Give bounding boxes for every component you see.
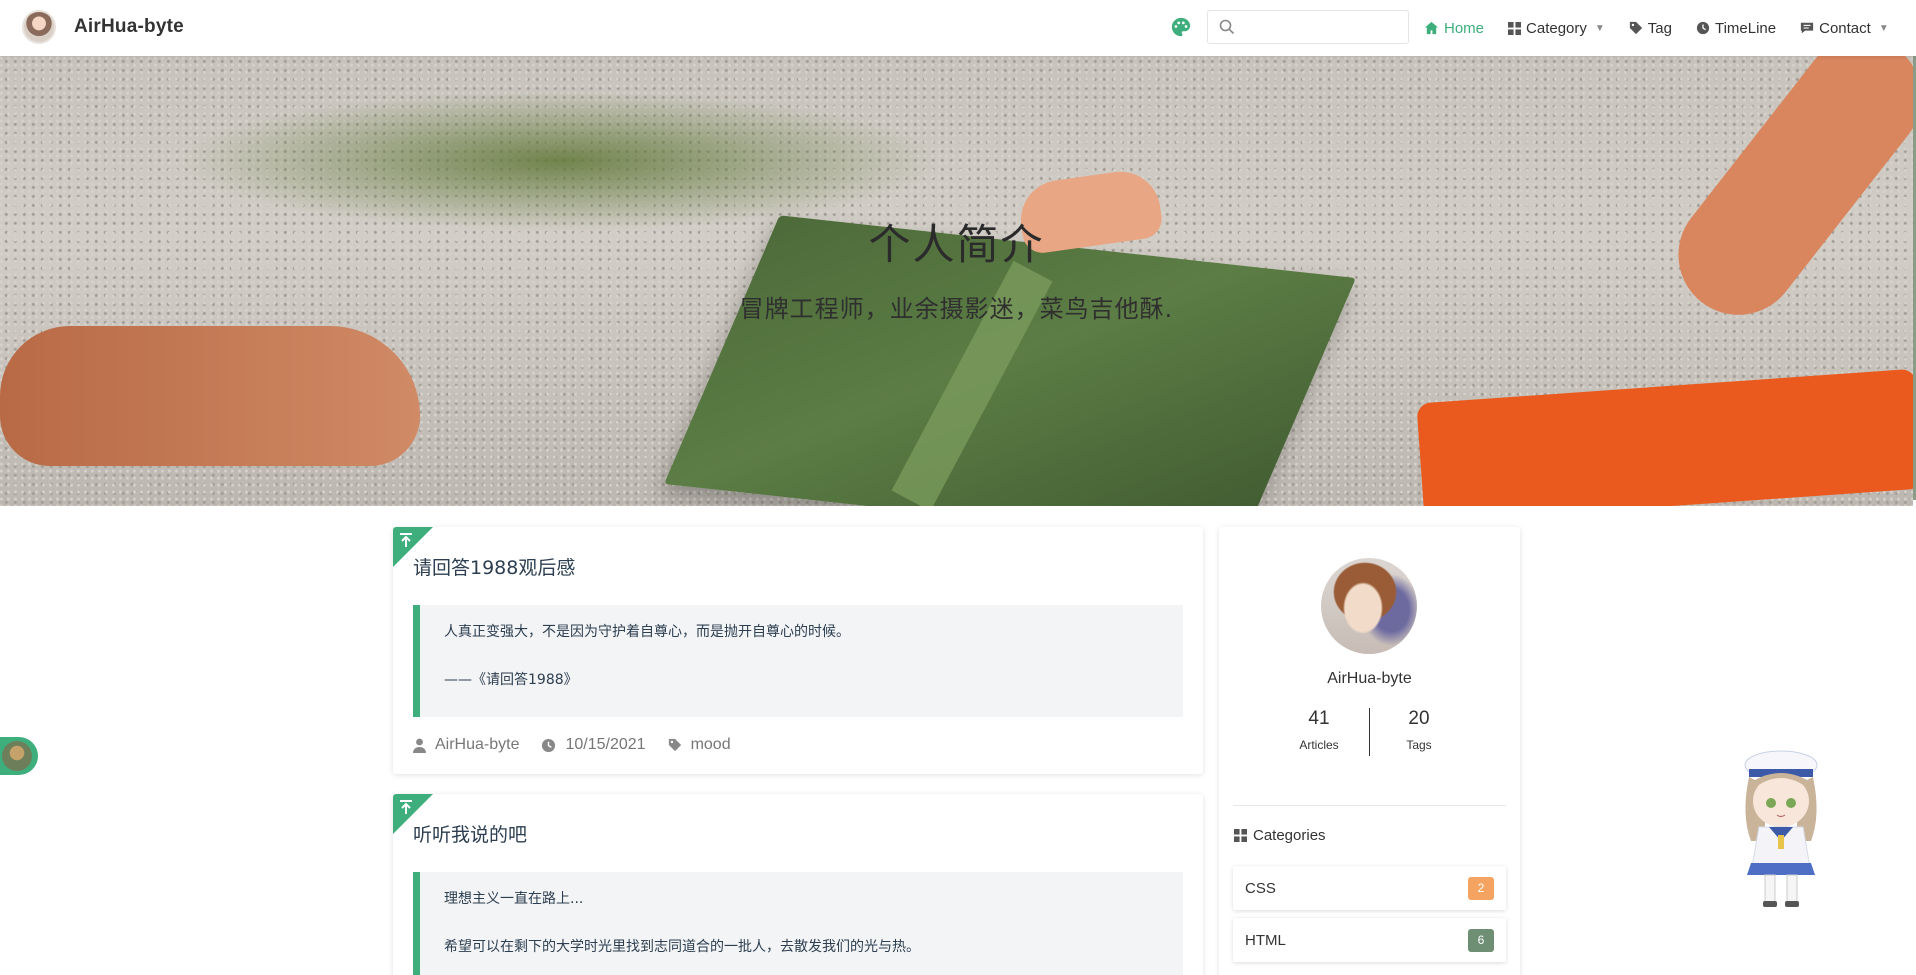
profile-sidebar: AirHua-byte 41 Articles 20 Tags Categori… (1219, 527, 1520, 975)
floating-music-button[interactable] (0, 737, 38, 775)
hero-banner: 个人简介 冒牌工程师，业余摄影迷，菜鸟吉他酥. (0, 56, 1913, 506)
post-author[interactable]: AirHua-byte (413, 736, 519, 754)
sidebar-divider (1233, 805, 1506, 806)
excerpt-line: 希望可以在剩下的大学时光里找到志同道合的一批人，去散发我们的光与热。 (444, 939, 920, 955)
post-card[interactable]: 听听我说的吧 理想主义一直在路上... 希望可以在剩下的大学时光里找到志同道合的… (393, 794, 1203, 975)
home-icon (1424, 21, 1439, 35)
message-icon (1801, 22, 1814, 34)
articles-count: 41 (1308, 708, 1330, 729)
category-name: HTML (1245, 932, 1286, 949)
excerpt-line: 理想主义一直在路上... (444, 891, 584, 907)
profile-stats: 41 Articles 20 Tags (1269, 708, 1469, 756)
tag-icon (668, 738, 681, 752)
post-tag-text: mood (690, 736, 731, 753)
post-meta: AirHua-byte 10/15/2021 mood (413, 736, 753, 754)
excerpt-line: 人真正变强大，不是因为守护着自尊心，而是抛开自尊心的时候。 (444, 624, 850, 640)
nav-menu: Home Category ▼ Tag TimeLine Contact ▼ (1424, 0, 1913, 56)
hero-image-towel (1416, 368, 1913, 506)
categories-title: Categories (1253, 827, 1326, 844)
nav-category-label: Category (1526, 19, 1587, 37)
nav-home-label: Home (1444, 19, 1485, 37)
chevron-down-icon: ▼ (1878, 22, 1889, 34)
hero-subtitle: 冒牌工程师，业余摄影迷，菜鸟吉他酥. (739, 295, 1174, 323)
category-name: CSS (1245, 880, 1276, 897)
nav-tag[interactable]: Tag (1629, 20, 1672, 37)
profile-avatar (1321, 558, 1417, 654)
nav-tag-label: Tag (1647, 19, 1672, 37)
chevron-down-icon: ▼ (1594, 22, 1605, 34)
post-author-name: AirHua-byte (435, 736, 520, 753)
hero-image-foot (0, 326, 420, 466)
articles-stat[interactable]: 41 Articles (1269, 708, 1369, 752)
hero-title: 个人简介 (868, 220, 1045, 269)
articles-label: Articles (1299, 738, 1339, 752)
user-icon (413, 738, 426, 753)
post-tag[interactable]: mood (668, 736, 731, 754)
search-box[interactable] (1207, 10, 1409, 44)
top-navbar: AirHua-byte Home Category ▼ Tag TimeLine (0, 0, 1916, 56)
search-input[interactable] (1242, 15, 1402, 39)
nav-contact[interactable]: Contact ▼ (1800, 20, 1889, 37)
nav-timeline-label: TimeLine (1714, 19, 1777, 37)
tags-stat[interactable]: 20 Tags (1369, 708, 1469, 752)
post-title[interactable]: 听听我说的吧 (413, 820, 527, 847)
post-excerpt: 理想主义一直在路上... 希望可以在剩下的大学时光里找到志同道合的一批人，去散发… (413, 872, 1183, 975)
post-card[interactable]: 请回答1988观后感 人真正变强大，不是因为守护着自尊心，而是抛开自尊心的时候。… (393, 527, 1203, 774)
search-icon (1219, 19, 1235, 35)
post-date-text: 10/15/2021 (565, 736, 646, 753)
clock-icon (1696, 21, 1710, 35)
grid-icon (1508, 21, 1522, 35)
tag-icon (1629, 21, 1642, 35)
nav-timeline[interactable]: TimeLine (1696, 20, 1776, 37)
profile-name: AirHua-byte (1327, 670, 1412, 687)
grid-icon (1234, 829, 1247, 842)
post-title[interactable]: 请回答1988观后感 (413, 553, 575, 580)
tags-count: 20 (1408, 708, 1430, 729)
category-item-css[interactable]: CSS 2 (1233, 866, 1506, 910)
nav-category[interactable]: Category ▼ (1508, 20, 1605, 37)
categories-heading: Categories (1234, 827, 1326, 844)
nav-contact-label: Contact (1819, 19, 1871, 37)
category-item-html[interactable]: HTML 6 (1233, 918, 1506, 962)
site-title[interactable]: AirHua-byte (74, 16, 184, 38)
post-excerpt: 人真正变强大，不是因为守护着自尊心，而是抛开自尊心的时候。 ——《请回答1988… (413, 605, 1183, 717)
category-count-badge: 2 (1468, 877, 1494, 900)
music-cover-avatar (2, 741, 32, 771)
excerpt-line: ——《请回答1988》 (444, 672, 578, 688)
site-avatar[interactable] (22, 10, 56, 44)
tags-label: Tags (1406, 738, 1432, 752)
live2d-mascot[interactable] (1735, 745, 1827, 910)
palette-icon[interactable] (1170, 16, 1192, 38)
category-count-badge: 6 (1468, 929, 1494, 952)
post-date: 10/15/2021 (541, 736, 646, 754)
category-list: CSS 2 HTML 6 (1233, 866, 1506, 970)
nav-home[interactable]: Home (1424, 20, 1484, 37)
clock-icon (542, 738, 556, 752)
